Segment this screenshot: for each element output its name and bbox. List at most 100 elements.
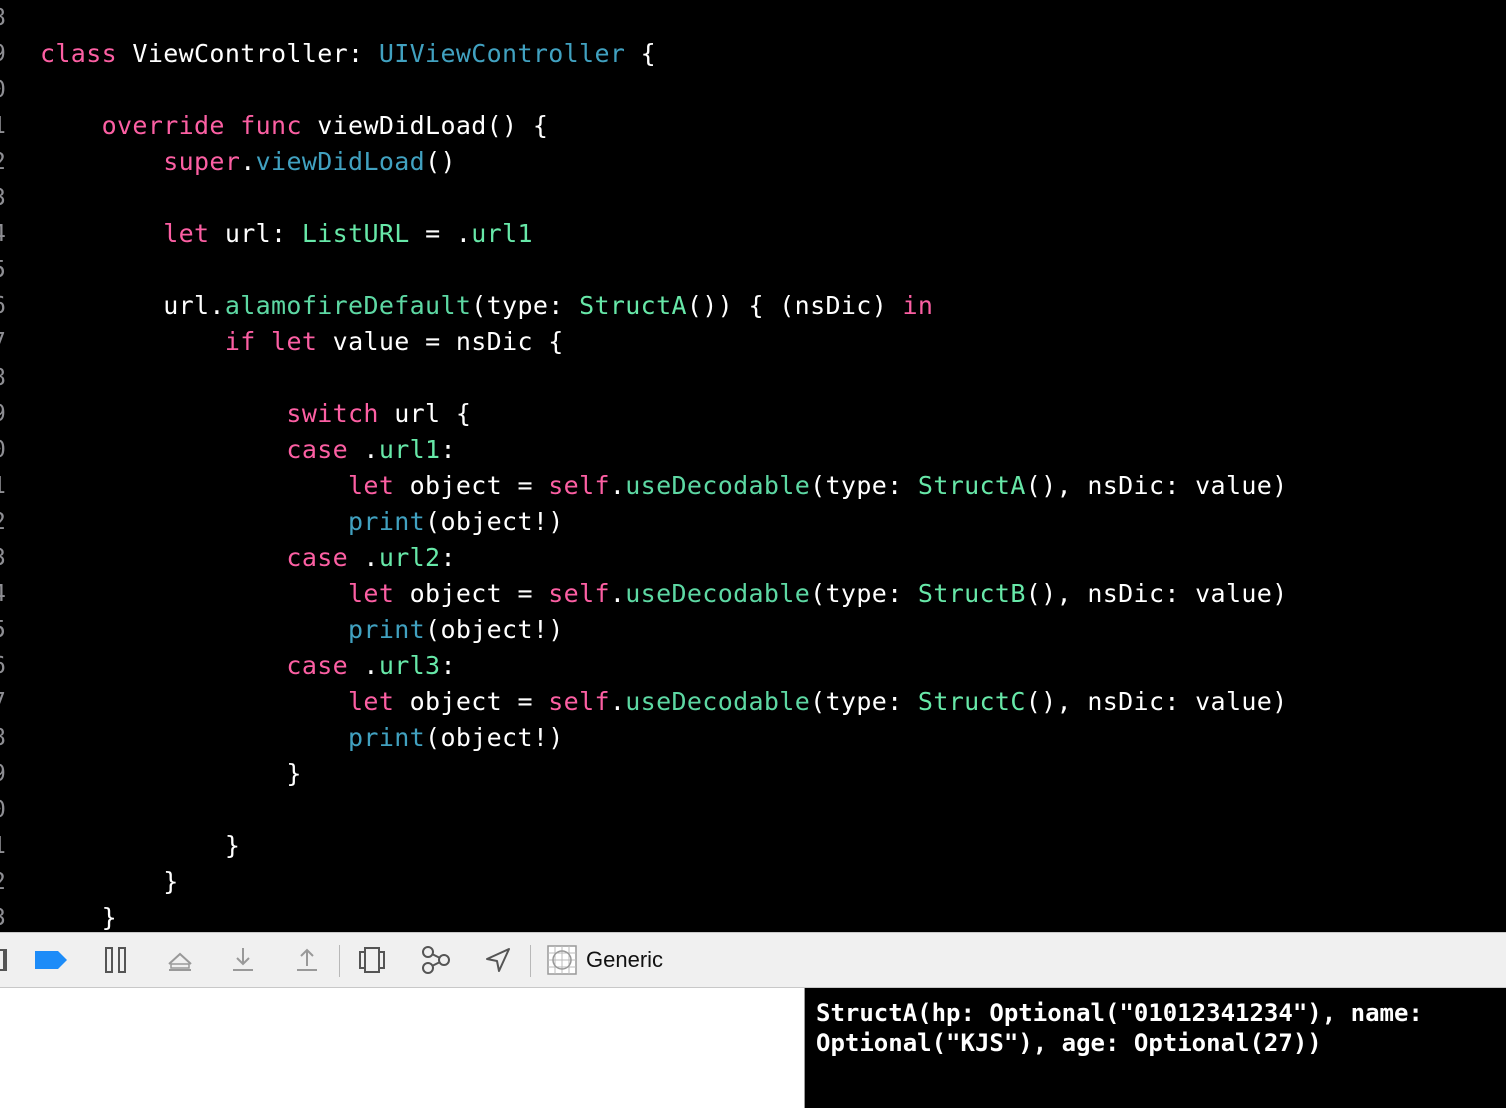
line-number: 4 [0,576,14,612]
line-number: 8 [0,0,14,36]
code-line[interactable]: 4 let object = self.useDecodable(type: S… [0,576,1506,612]
code-line[interactable]: 6 case .url3: [0,648,1506,684]
code-line[interactable]: 8 print(object!) [0,720,1506,756]
code-token: viewDidLoad() { [301,111,549,140]
step-over-icon[interactable] [163,943,197,977]
line-number: 1 [0,468,14,504]
code-line[interactable]: 1 let object = self.useDecodable(type: S… [0,468,1506,504]
line-number: 2 [0,144,14,180]
code-token: useDecodable [625,579,811,608]
code-text: let object = self.useDecodable(type: Str… [40,576,1288,612]
code-line[interactable]: 3 } [0,900,1506,932]
code-text: } [40,900,117,932]
code-line[interactable]: 4 let url: ListURL = .url1 [0,216,1506,252]
code-text: print(object!) [40,612,564,648]
code-token: super [163,147,241,176]
code-line[interactable]: 2 } [0,864,1506,900]
step-into-icon[interactable] [226,943,260,977]
scheme-label[interactable]: Generic [586,933,663,987]
code-line[interactable]: 7 let object = self.useDecodable(type: S… [0,684,1506,720]
code-line[interactable]: 0 [0,792,1506,828]
code-text: let object = self.useDecodable(type: Str… [40,468,1288,504]
code-token: } [40,831,241,860]
code-token: print [348,615,426,644]
code-line[interactable]: 5 print(object!) [0,612,1506,648]
step-out-icon[interactable] [290,943,324,977]
code-text: super.viewDidLoad() [40,144,456,180]
code-token: case [286,543,349,572]
line-number: 2 [0,864,14,900]
code-line[interactable]: 3 [0,180,1506,216]
code-text: url.alamofireDefault(type: StructA()) { … [40,288,933,324]
code-line[interactable]: 8 [0,360,1506,396]
code-line[interactable]: 8 [0,0,1506,36]
code-token: } [40,903,118,932]
code-line[interactable]: 1 override func viewDidLoad() { [0,108,1506,144]
code-token: self [548,687,610,716]
breakpoints-toggle-icon[interactable] [34,943,68,977]
code-token: let [348,471,395,500]
scheme-device-icon[interactable] [545,943,579,977]
line-number: 7 [0,324,14,360]
code-token: ViewController: [117,39,379,68]
code-line[interactable]: 9 switch url { [0,396,1506,432]
line-number: 8 [0,360,14,396]
code-token: url1 [378,435,441,464]
code-token: print [348,723,426,752]
memory-graph-icon[interactable] [419,943,453,977]
code-token: self [548,471,610,500]
code-line[interactable]: 1 } [0,828,1506,864]
code-token: StructA [917,471,1026,500]
code-line[interactable]: 0 case .url1: [0,432,1506,468]
line-number: 9 [0,396,14,432]
code-line[interactable]: 2 print(object!) [0,504,1506,540]
console-area[interactable]: StructA(hp: Optional("01012341234"), nam… [806,988,1506,1108]
code-line[interactable]: 2 super.viewDidLoad() [0,144,1506,180]
code-line[interactable]: 9 } [0,756,1506,792]
code-token: url3 [378,651,441,680]
code-token: StructB [917,579,1026,608]
code-token: url: [209,219,302,248]
code-token: (type: [810,471,918,500]
simulate-location-icon[interactable] [481,943,515,977]
code-token: . [348,543,379,572]
code-token: : [440,543,456,572]
line-number: 0 [0,432,14,468]
code-text: class ViewController: UIViewController { [40,36,656,72]
line-number: 0 [0,72,14,108]
toggle-area-icon[interactable] [0,943,12,977]
variables-view[interactable] [0,988,805,1108]
line-number: 2 [0,504,14,540]
line-number: 7 [0,684,14,720]
code-text: let url: ListURL = .url1 [40,216,533,252]
code-line[interactable]: 7 if let value = nsDic { [0,324,1506,360]
code-token: let [348,579,395,608]
code-token: (), nsDic: value) [1025,579,1288,608]
view-hierarchy-icon[interactable] [355,943,389,977]
code-token: override [101,111,225,140]
code-line[interactable]: 0 [0,72,1506,108]
code-token: viewDidLoad [255,147,426,176]
code-editor[interactable]: 89class ViewController: UIViewController… [0,0,1506,932]
code-line[interactable]: 3 case .url2: [0,540,1506,576]
code-token: (type: [471,291,580,320]
code-line[interactable]: 6 url.alamofireDefault(type: StructA()) … [0,288,1506,324]
code-line[interactable]: 9 class ViewController: UIViewController … [0,36,1506,72]
code-text: let object = self.useDecodable(type: Str… [40,684,1288,720]
code-token: (object!) [425,507,564,536]
code-token: (type: [810,579,918,608]
code-line[interactable]: 5 [0,252,1506,288]
toolbar-separator [339,945,340,977]
pause-icon[interactable] [99,943,133,977]
code-token: case [286,651,349,680]
